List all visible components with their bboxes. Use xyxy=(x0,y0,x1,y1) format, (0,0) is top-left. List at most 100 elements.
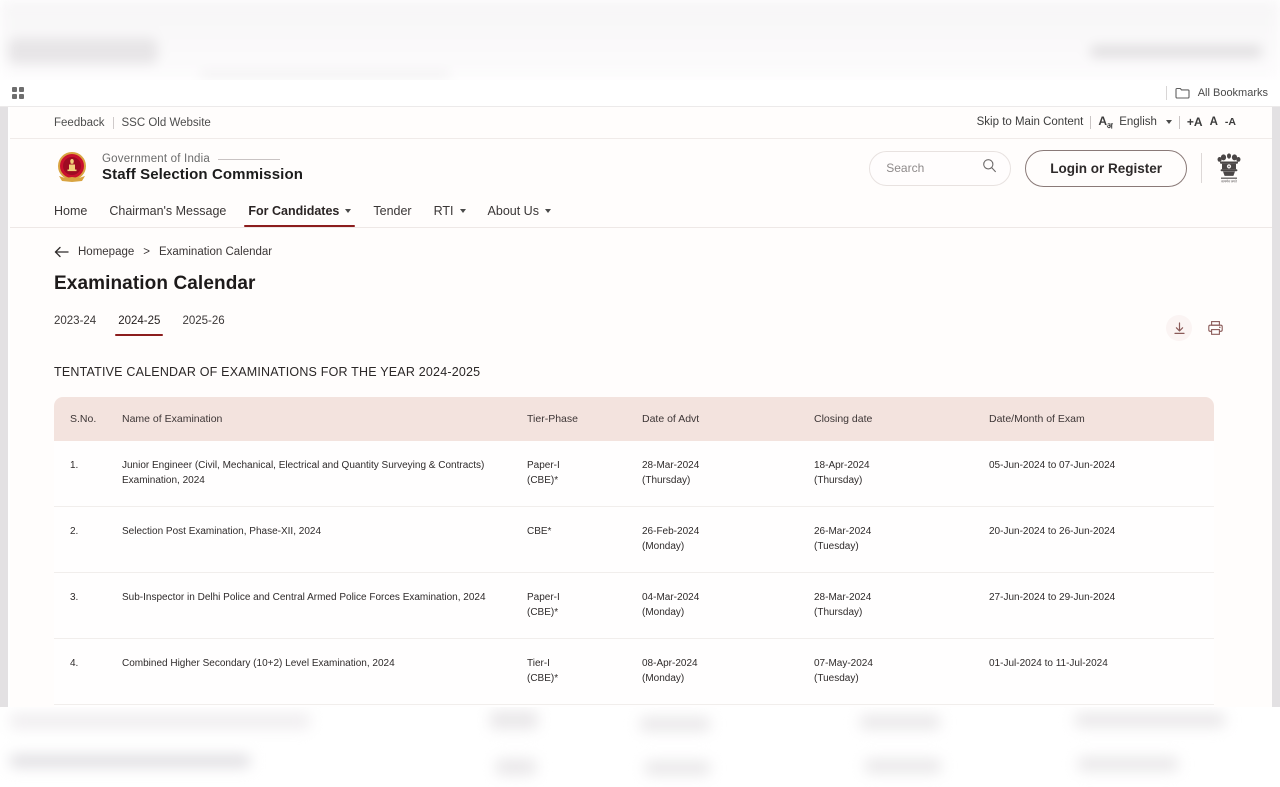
skip-to-main-content-link[interactable]: Skip to Main Content xyxy=(977,116,1084,128)
chevron-down-icon[interactable] xyxy=(1165,120,1172,125)
masthead-divider xyxy=(1201,153,1202,183)
page-bottom-blurred xyxy=(0,707,1280,787)
site-masthead: Government of India Staff Selection Comm… xyxy=(10,139,1272,197)
column-header-exam: Date/Month of Exam xyxy=(989,397,1214,441)
cell-advt: 04-Mar-2024 (Monday) xyxy=(642,572,814,639)
cell-name: Sub-Inspector in Delhi Police and Centra… xyxy=(122,572,527,639)
cell-exam: 27-Jun-2024 to 29-Jun-2024 xyxy=(989,572,1214,639)
cell-tier: Paper-I (CBE)* xyxy=(527,441,642,507)
ssc-emblem-logo-icon xyxy=(54,150,90,186)
year-tabs-row: 2023-24 2024-25 2025-26 xyxy=(54,315,1228,341)
screenshot-root: All Bookmarks Feedback SSC Old Website S… xyxy=(0,0,1280,787)
page-left-edge xyxy=(0,107,8,707)
utility-divider xyxy=(112,116,114,129)
column-header-tier: Tier-Phase xyxy=(527,397,642,441)
table-row: 1. Junior Engineer (Civil, Mechanical, E… xyxy=(54,441,1214,507)
tab-label-2023-24: 2023-24 xyxy=(54,315,97,327)
main-navigation: Home Chairman's Message For Candidates T… xyxy=(10,197,1272,228)
ssc-old-website-link[interactable]: SSC Old Website xyxy=(122,117,211,129)
government-of-india-label: Government of India xyxy=(102,153,210,165)
cell-sno: 4. xyxy=(54,638,122,705)
breadcrumb-separator: > xyxy=(143,246,150,258)
column-header-sno: S.No. xyxy=(54,397,122,441)
utility-bar: Feedback SSC Old Website Skip to Main Co… xyxy=(10,107,1272,139)
page-right-edge xyxy=(1272,107,1280,707)
bookmarks-divider xyxy=(1165,86,1167,100)
cell-advt: 26-Feb-2024 (Monday) xyxy=(642,506,814,573)
tab-2025-26[interactable]: 2025-26 xyxy=(182,315,224,336)
table-header-row: S.No. Name of Examination Tier-Phase Dat… xyxy=(54,397,1214,441)
cell-tier: Paper-I (CBE)* xyxy=(527,572,642,639)
all-bookmarks-label[interactable]: All Bookmarks xyxy=(1198,87,1268,99)
cell-exam: 05-Jun-2024 to 07-Jun-2024 xyxy=(989,441,1214,507)
cell-closing: 07-May-2024 (Tuesday) xyxy=(814,638,989,705)
nav-label-chairmans-message: Chairman's Message xyxy=(109,204,227,218)
column-header-closing: Closing date xyxy=(814,397,989,441)
nav-item-for-candidates[interactable]: For Candidates xyxy=(244,204,356,227)
nav-label-home: Home xyxy=(54,204,88,218)
download-icon[interactable] xyxy=(1166,315,1192,341)
examination-calendar-table: S.No. Name of Examination Tier-Phase Dat… xyxy=(54,397,1214,707)
nav-item-chairmans-message[interactable]: Chairman's Message xyxy=(109,204,226,227)
tab-2023-24[interactable]: 2023-24 xyxy=(54,315,96,336)
nav-item-rti[interactable]: RTI xyxy=(434,204,466,227)
language-selector[interactable]: English xyxy=(1119,116,1157,128)
breadcrumb-home-link[interactable]: Homepage xyxy=(78,246,134,258)
india-national-emblem-icon: सत्यमेव जयते xyxy=(1216,151,1242,185)
table-row: 2. Selection Post Examination, Phase-XII… xyxy=(54,506,1214,573)
brand-rule xyxy=(218,158,280,160)
apps-grid-icon[interactable] xyxy=(12,87,24,99)
nav-item-about-us[interactable]: About Us xyxy=(488,204,551,227)
cell-tier: CBE* xyxy=(527,506,642,573)
search-input[interactable] xyxy=(886,161,979,175)
page-content: Homepage > Examination Calendar Examinat… xyxy=(10,228,1272,707)
page-title: Examination Calendar xyxy=(54,273,256,294)
cell-advt: 08-Apr-2024 (Monday) xyxy=(642,638,814,705)
cell-sno: 1. xyxy=(54,441,122,507)
chevron-down-icon xyxy=(459,209,466,213)
tab-2024-25[interactable]: 2024-25 xyxy=(115,315,164,336)
tab-label-2025-26: 2025-26 xyxy=(182,315,225,327)
organisation-name: Staff Selection Commission xyxy=(102,166,303,183)
nav-item-tender[interactable]: Tender xyxy=(373,204,411,227)
cell-exam: 20-Jun-2024 to 26-Jun-2024 xyxy=(989,506,1214,573)
tab-label-2024-25: 2024-25 xyxy=(118,315,161,327)
nav-label-tender: Tender xyxy=(373,204,412,218)
address-bar-blurred xyxy=(1090,46,1262,57)
cell-closing: 26-Mar-2024 (Tuesday) xyxy=(814,506,989,573)
nav-label-about-us: About Us xyxy=(487,204,539,218)
cell-closing: 28-Mar-2024 (Thursday) xyxy=(814,572,989,639)
font-increase-button[interactable]: +A xyxy=(1187,115,1203,129)
brand-block[interactable]: Government of India Staff Selection Comm… xyxy=(54,150,303,186)
cell-exam: 01-Jul-2024 to 11-Jul-2024 xyxy=(989,638,1214,705)
cell-name: Junior Engineer (Civil, Mechanical, Elec… xyxy=(122,441,527,507)
breadcrumb-current: Examination Calendar xyxy=(158,246,273,258)
breadcrumb: Homepage > Examination Calendar xyxy=(54,246,1228,258)
chevron-down-icon xyxy=(345,209,352,213)
table-tools xyxy=(1166,315,1228,341)
folder-icon xyxy=(1175,87,1190,99)
language-glyph-icon: Aअ xyxy=(1098,113,1113,131)
back-arrow-icon[interactable] xyxy=(54,246,69,258)
table-caption: TENTATIVE CALENDAR OF EXAMINATIONS FOR T… xyxy=(54,365,481,379)
cell-advt: 28-Mar-2024 (Thursday) xyxy=(642,441,814,507)
print-icon[interactable] xyxy=(1202,315,1228,341)
cell-sno: 2. xyxy=(54,506,122,573)
browser-tab-blurred xyxy=(8,38,158,64)
year-tabs: 2023-24 2024-25 2025-26 xyxy=(54,315,225,336)
nav-label-rti: RTI xyxy=(433,204,454,218)
feedback-link[interactable]: Feedback xyxy=(54,117,105,129)
cell-name: Selection Post Examination, Phase-XII, 2… xyxy=(122,506,527,573)
utility-divider-2 xyxy=(1090,115,1092,129)
search-icon[interactable] xyxy=(982,158,997,178)
nav-label-for-candidates: For Candidates xyxy=(248,204,340,218)
login-or-register-button[interactable]: Login or Register xyxy=(1025,149,1187,187)
chrome-blur-line xyxy=(200,72,450,77)
nav-item-home[interactable]: Home xyxy=(54,204,87,227)
utility-divider-3 xyxy=(1178,115,1180,129)
search-box[interactable] xyxy=(869,150,1012,186)
font-normal-button[interactable]: A xyxy=(1210,116,1218,128)
table-row: 4. Combined Higher Secondary (10+2) Leve… xyxy=(54,638,1214,705)
cell-closing: 18-Apr-2024 (Thursday) xyxy=(814,441,989,507)
font-decrease-button[interactable]: -A xyxy=(1225,116,1236,128)
